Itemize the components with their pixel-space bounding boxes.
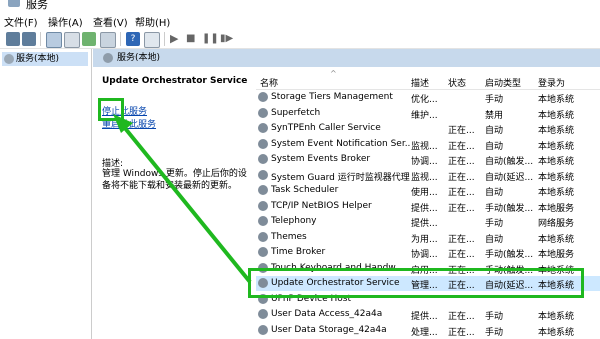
- annotation-arrow: [113, 114, 252, 284]
